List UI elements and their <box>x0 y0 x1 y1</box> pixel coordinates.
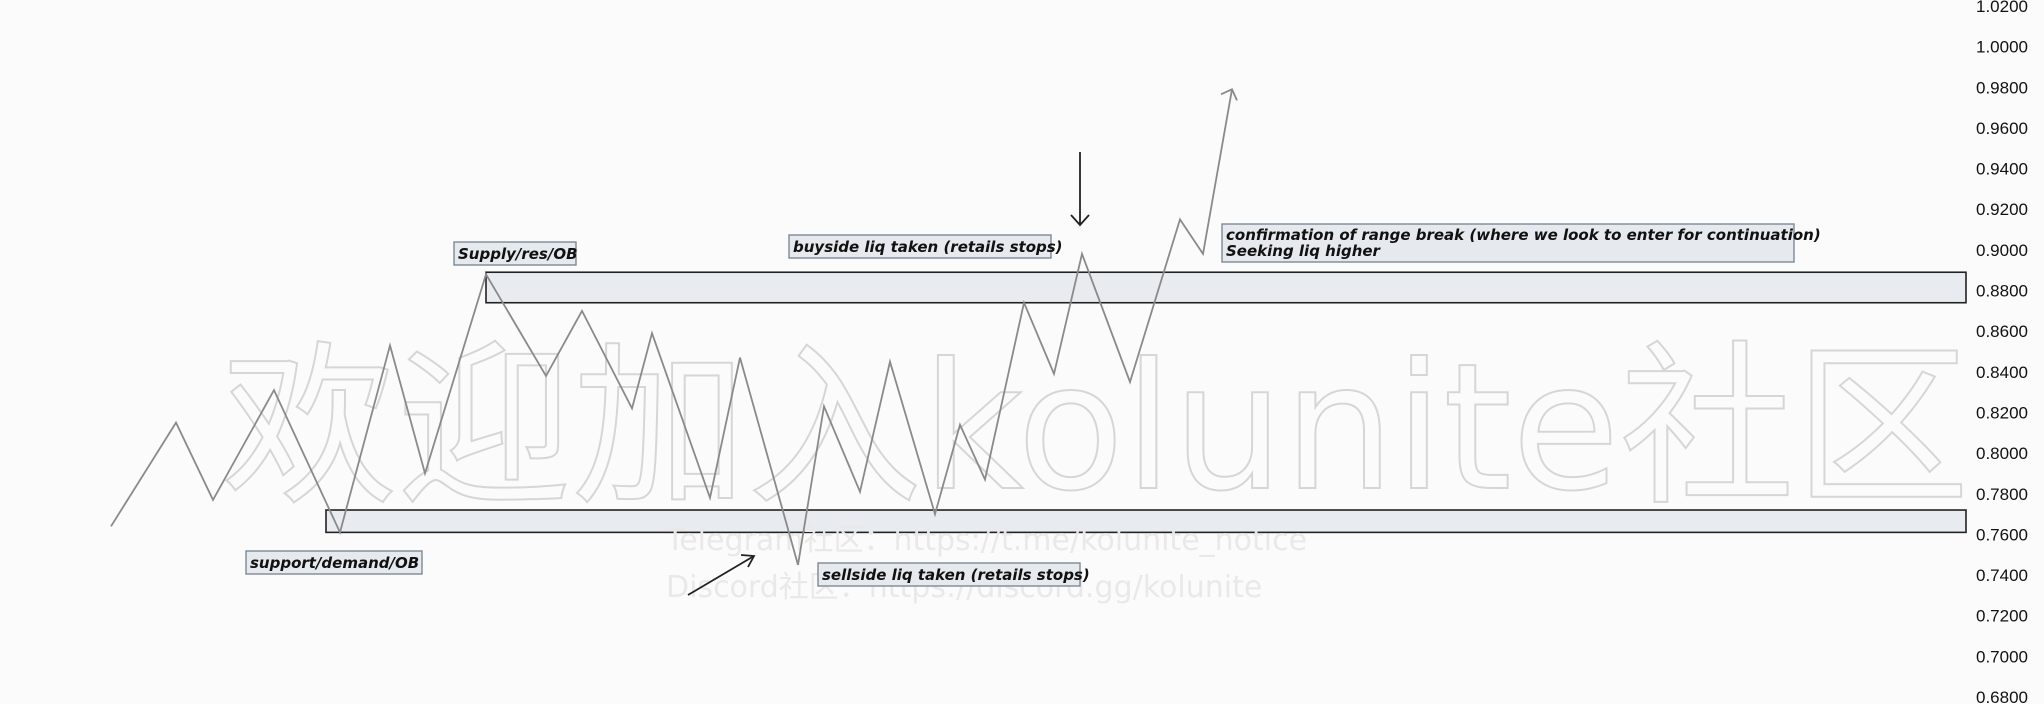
watermark-telegram: Telegram社区：https://t.me/kolunite_notice <box>665 523 1307 558</box>
y-tick-label: 0.8600 <box>1976 322 2028 341</box>
y-tick-label: 0.9600 <box>1976 119 2028 138</box>
buyside-label: buyside liq taken (retails stops) <box>793 238 1063 256</box>
price-line-arrowhead <box>1220 88 1238 101</box>
y-tick-label: 0.7400 <box>1976 566 2028 585</box>
y-tick-label: 0.8000 <box>1976 444 2028 463</box>
y-tick-label: 1.0000 <box>1976 38 2028 57</box>
y-tick-label: 1.0200 <box>1976 0 2028 16</box>
watermark: 欢迎加入kolunite社区 Telegram社区：https://t.me/k… <box>221 326 1971 605</box>
support-label: support/demand/OB <box>250 554 419 572</box>
y-tick-label: 0.9400 <box>1976 160 2028 179</box>
zone-rect <box>485 271 1967 304</box>
y-tick-label: 0.7000 <box>1976 647 2028 666</box>
y-tick-label: 0.8200 <box>1976 403 2028 422</box>
y-tick-label: 0.9800 <box>1976 78 2028 97</box>
y-tick-label: 0.6800 <box>1976 688 2028 704</box>
price-axis: 1.0200 1.0000 0.9800 0.9600 0.9400 0.9200 0.90… <box>1976 0 2028 704</box>
supply-label: Supply/res/OB <box>458 245 578 263</box>
y-tick-label: 0.8400 <box>1976 363 2028 382</box>
y-tick-label: 0.9200 <box>1976 200 2028 219</box>
y-tick-label: 0.7600 <box>1976 525 2028 544</box>
y-tick-label: 0.7800 <box>1976 485 2028 504</box>
y-tick-label: 0.7200 <box>1976 607 2028 626</box>
seeking-liq-label: Seeking liq higher <box>1226 242 1382 260</box>
sellside-label: sellside liq taken (retails stops) <box>822 566 1090 584</box>
y-tick-label: 0.8800 <box>1976 282 2028 301</box>
price-chart: 1.0200 1.0000 0.9800 0.9600 0.9400 0.9200 0.90… <box>110 0 2028 704</box>
y-tick-label: 0.9000 <box>1976 241 2028 260</box>
watermark-main: 欢迎加入kolunite社区 <box>222 327 1970 530</box>
